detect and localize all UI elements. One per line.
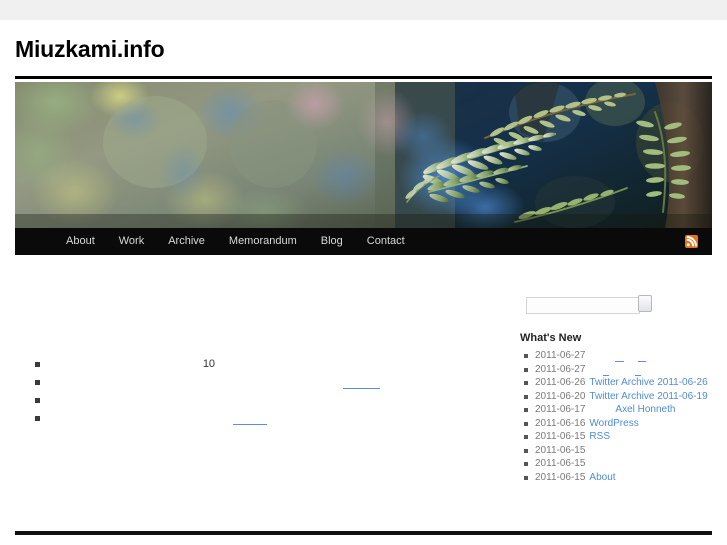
news-item-9: 2011-06-15 — [520, 457, 716, 471]
news-item-date: 2011-06-20 — [535, 390, 586, 402]
content-item-4-link[interactable] — [233, 412, 267, 425]
nav-item-contact[interactable]: Contact — [355, 228, 417, 255]
news-item-link[interactable] — [603, 363, 609, 376]
news-item-link[interactable]: Axel Honneth — [615, 404, 675, 415]
sidebar: What's New 2011-06-27 2011-06-27 2011-06… — [520, 292, 716, 484]
news-item-date: 2011-06-16 — [535, 417, 586, 429]
news-item-date: 2011-06-15 — [535, 431, 586, 442]
news-item-date: 2011-06-27 — [535, 363, 586, 375]
nav-item-blog[interactable]: Blog — [309, 228, 355, 255]
news-item-link[interactable]: WordPress — [589, 418, 638, 429]
news-item-link[interactable]: Twitter Archive 2011-06-19 — [589, 391, 707, 402]
search-form — [520, 292, 716, 314]
news-item-6: 2011-06-16 WordPress — [520, 417, 716, 431]
search-input[interactable] — [526, 297, 640, 314]
content-item-2[interactable] — [15, 373, 495, 391]
news-item-1: 2011-06-27 — [520, 349, 716, 363]
nav-item-archive[interactable]: Archive — [156, 228, 217, 255]
main-navigation: About Work Archive Memorandum Blog Conta… — [15, 228, 712, 255]
news-item-link-secondary[interactable] — [634, 363, 641, 376]
news-item-date: 2011-06-17 — [535, 404, 586, 415]
news-item-3: 2011-06-26 Twitter Archive 2011-06-26 — [520, 376, 716, 390]
footer-divider — [15, 531, 712, 535]
whats-new-heading: What's New — [520, 332, 582, 344]
news-item-4: 2011-06-20 Twitter Archive 2011-06-19 — [520, 390, 716, 404]
banner-image — [15, 82, 712, 228]
main-content: 10 — [15, 355, 495, 427]
content-item-2-prefix — [50, 376, 343, 388]
news-item-link[interactable]: RSS — [589, 431, 610, 442]
news-item-date: 2011-06-15 — [535, 444, 586, 456]
news-item-8: 2011-06-15 — [520, 444, 716, 458]
nav-item-list: About Work Archive Memorandum Blog Conta… — [54, 228, 417, 255]
content-item-1-label: 10 — [202, 358, 216, 370]
news-item-date: 2011-06-15 — [535, 458, 586, 469]
news-item-7: 2011-06-15 RSS — [520, 430, 716, 444]
page-root: Miuzkami.info About Work Archive Memoran… — [0, 0, 727, 545]
content-item-3[interactable] — [15, 391, 495, 409]
nav-item-work[interactable]: Work — [107, 228, 156, 255]
top-strip — [0, 0, 727, 20]
news-item-date: 2011-06-26 — [535, 377, 586, 388]
content-item-1-prefix — [50, 358, 203, 370]
whats-new-list: 2011-06-27 2011-06-27 2011-06-26 Twitter … — [520, 349, 716, 484]
news-item-2: 2011-06-27 — [520, 363, 716, 377]
post-list: 10 — [15, 355, 495, 427]
nav-item-about[interactable]: About — [54, 228, 107, 255]
news-item-link[interactable]: About — [589, 472, 615, 483]
title-divider — [15, 76, 712, 79]
search-submit-button[interactable] — [638, 295, 652, 312]
news-item-date: 2011-06-27 — [535, 350, 586, 361]
site-title: Miuzkami.info — [15, 36, 165, 62]
content-item-4-prefix — [50, 412, 233, 424]
news-item-link-secondary[interactable] — [637, 350, 647, 362]
content-item-1[interactable]: 10 — [15, 355, 495, 373]
rss-feed-icon[interactable] — [685, 235, 698, 248]
news-item-link[interactable] — [615, 350, 624, 362]
news-item-link[interactable]: Twitter Archive 2011-06-26 — [589, 377, 707, 388]
nav-item-memorandum[interactable]: Memorandum — [217, 228, 309, 255]
content-item-2-link[interactable] — [343, 376, 381, 389]
news-item-5: 2011-06-17 Axel Honneth — [520, 403, 716, 417]
news-item-date: 2011-06-15 — [535, 471, 586, 483]
news-item-10: 2011-06-15 About — [520, 471, 716, 485]
content-item-4[interactable] — [15, 409, 495, 427]
